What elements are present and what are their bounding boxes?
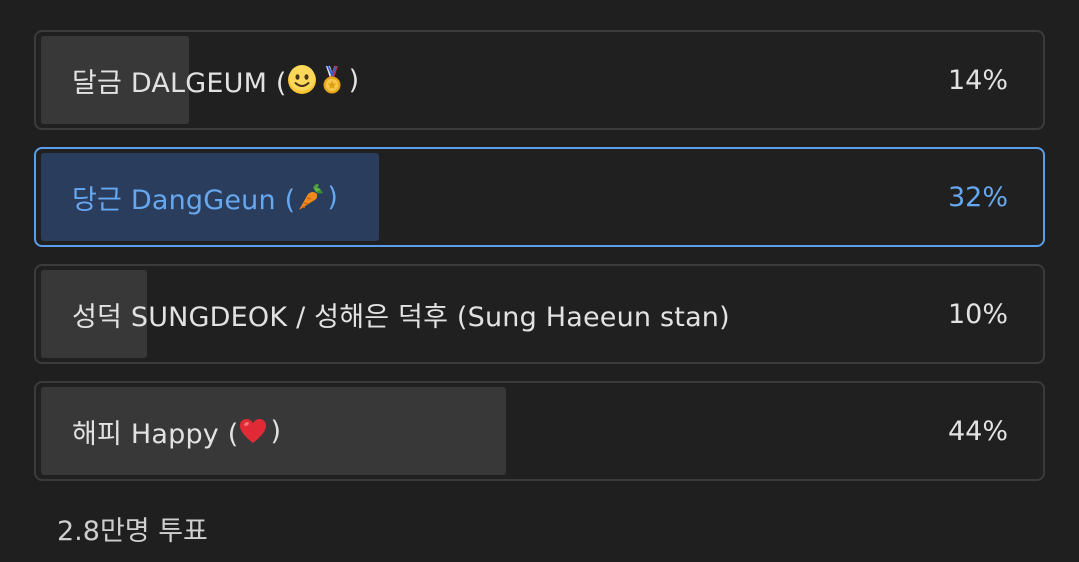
option-label-text: 해피 Happy ( <box>72 418 239 450</box>
option-label: 달금 DALGEUM () <box>72 32 361 128</box>
option-label: 성덕 SUNGDEOK / 성해은 덕후 (Sung Haeeun stan) <box>72 266 730 362</box>
option-percent: 10% <box>947 298 1008 330</box>
poll-option-danggeun[interactable]: 당근 DangGeun ( ) 32% <box>34 147 1045 247</box>
option-label-text: 성덕 SUNGDEOK / 성해은 덕후 (Sung Haeeun stan) <box>72 301 730 333</box>
option-percent: 32% <box>947 181 1008 213</box>
medal-icon <box>317 65 347 95</box>
option-label: 해피 Happy ( ) <box>72 383 283 479</box>
option-label: 당근 DangGeun ( ) <box>72 149 340 245</box>
option-percent: 44% <box>947 415 1008 447</box>
option-label-text: 당근 DangGeun ( <box>72 184 296 216</box>
poll-option-dalgeum[interactable]: 달금 DALGEUM () 14% <box>34 30 1045 130</box>
poll-option-happy[interactable]: 해피 Happy ( ) 44% <box>34 381 1045 481</box>
vote-count: 2.8만명 투표 <box>57 516 208 547</box>
option-percent: 14% <box>947 64 1008 96</box>
option-label-suffix: ) <box>270 415 282 447</box>
poll: 달금 DALGEUM () 14% 당근 DangGeun () 32% 성… <box>34 30 1045 498</box>
poll-option-sungdeok[interactable]: 성덕 SUNGDEOK / 성해은 덕후 (Sung Haeeun stan) … <box>34 264 1045 364</box>
smiley-face-icon <box>287 65 317 95</box>
carrot-icon <box>295 182 325 212</box>
option-label-text: 달금 DALGEUM ( <box>72 67 287 99</box>
heart-icon <box>238 416 268 446</box>
option-label-suffix: ) <box>348 64 360 96</box>
option-label-suffix: ) <box>327 181 339 213</box>
